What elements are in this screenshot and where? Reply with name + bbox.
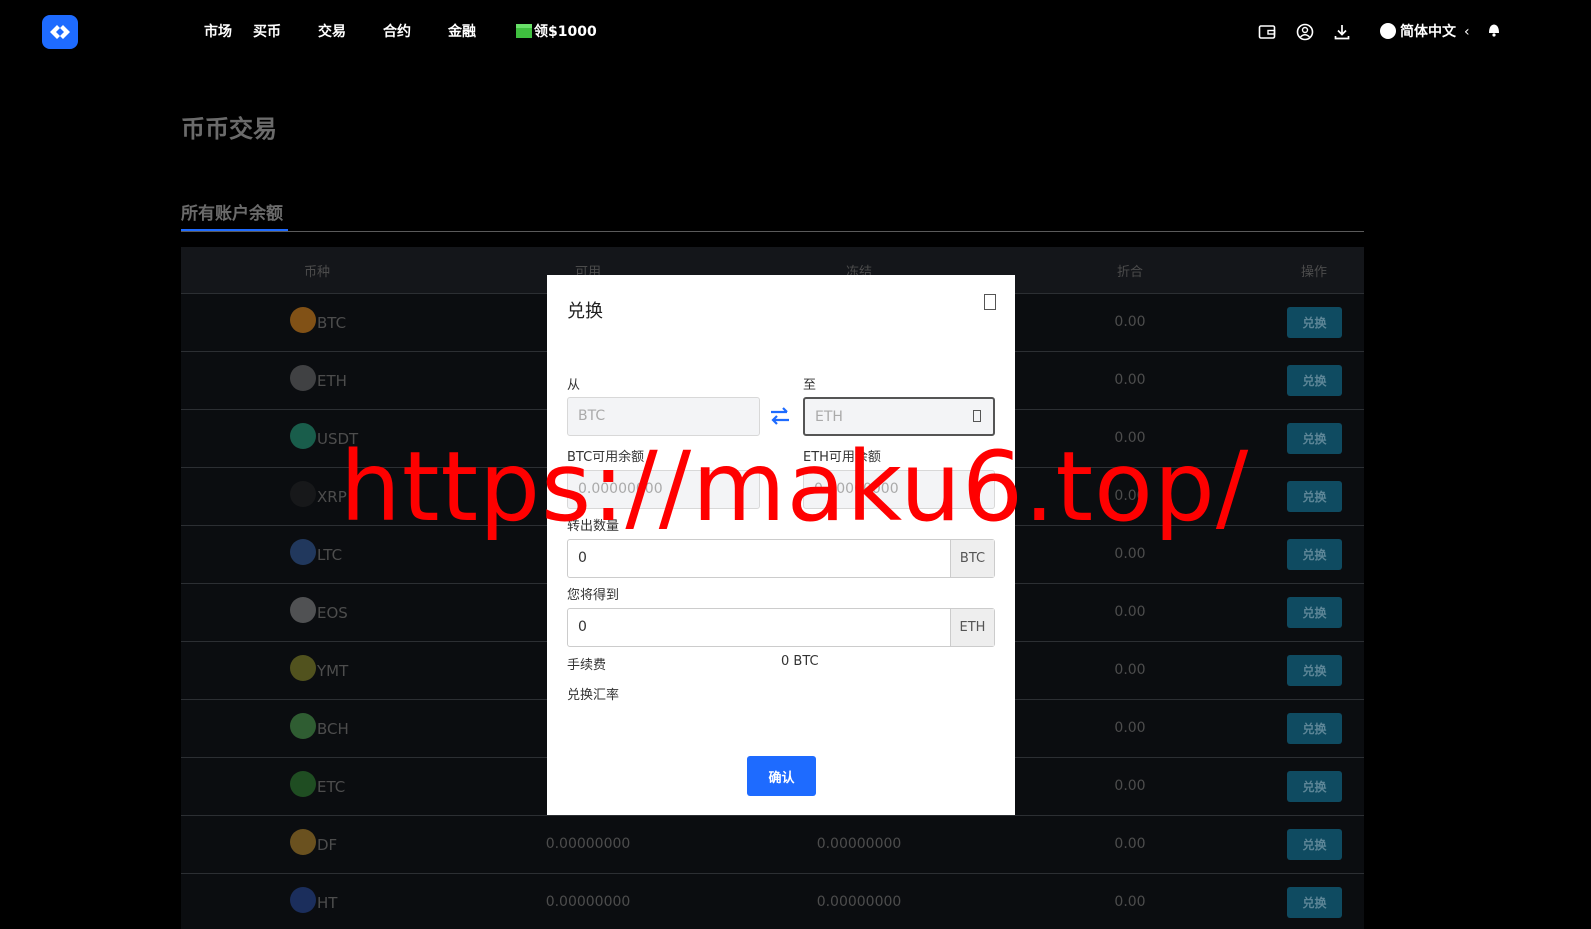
cell-value: 0.00 <box>1114 662 1146 678</box>
exchange-button[interactable]: 兑换 <box>1287 307 1342 338</box>
section-divider <box>181 231 1364 232</box>
cell-value: 0.00 <box>1114 372 1146 388</box>
cell-value: 0.00 <box>1114 546 1146 562</box>
header-coin: 币种 <box>303 265 331 280</box>
nav-trade[interactable]: 交易 <box>318 22 346 42</box>
cell-value: 0.00 <box>1114 894 1146 910</box>
coin-icon <box>290 829 316 855</box>
user-icon[interactable] <box>1296 23 1314 41</box>
coin-icon <box>290 597 316 623</box>
out-amount-input[interactable]: 0 BTC <box>567 539 995 578</box>
receive-amount-value: 0 <box>578 619 587 635</box>
section-title[interactable]: 所有账户余额 <box>181 201 283 227</box>
exchange-button[interactable]: 兑换 <box>1287 771 1342 802</box>
promo-label: 领$1000 <box>534 24 597 40</box>
coin-icon <box>290 887 316 913</box>
cell-value: 0.00 <box>1114 836 1146 852</box>
rate-label: 兑换汇率 <box>567 688 620 703</box>
cell-value: 0.00 <box>1114 778 1146 794</box>
receive-label: 您将得到 <box>567 588 620 603</box>
confirm-button[interactable]: 确认 <box>747 756 816 796</box>
gift-icon <box>516 24 532 38</box>
out-amount-value: 0 <box>578 550 587 566</box>
nav-contract[interactable]: 合约 <box>383 22 411 42</box>
watermark-text: https://maku6.top/ <box>340 431 1250 543</box>
coin-name: DF <box>317 836 338 854</box>
exchange-button[interactable]: 兑换 <box>1287 365 1342 396</box>
bell-icon[interactable] <box>1485 21 1503 39</box>
exchange-button[interactable]: 兑换 <box>1287 597 1342 628</box>
coin-name: EOS <box>317 604 348 622</box>
nav-finance[interactable]: 金融 <box>448 22 476 42</box>
globe-icon <box>1380 23 1396 39</box>
from-label: 从 <box>567 378 581 393</box>
cell-value: 0.00 <box>1114 314 1146 330</box>
page-title: 币币交易 <box>181 115 277 143</box>
coin-name: HT <box>317 894 338 912</box>
select-caret-icon <box>973 410 981 422</box>
nav-market[interactable]: 市场 <box>204 22 232 42</box>
nav-buy[interactable]: 买币 <box>253 22 281 42</box>
exchange-button[interactable]: 兑换 <box>1287 481 1342 512</box>
cell-available: 0.00000000 <box>545 836 631 852</box>
cell-value: 0.00 <box>1114 720 1146 736</box>
coin-icon <box>290 481 316 507</box>
wallet-icon[interactable] <box>1258 23 1276 41</box>
exchange-button[interactable]: 兑换 <box>1287 713 1342 744</box>
exchange-button[interactable]: 兑换 <box>1287 539 1342 570</box>
header-action: 操作 <box>1300 265 1328 280</box>
coin-name: LTC <box>317 546 343 564</box>
exchange-button[interactable]: 兑换 <box>1287 829 1342 860</box>
cell-frozen: 0.00000000 <box>816 836 902 852</box>
receive-unit-addon: ETH <box>950 609 994 646</box>
logo-icon <box>50 25 70 39</box>
coin-icon <box>290 539 316 565</box>
to-coin-value: ETH <box>815 409 843 425</box>
coin-name: BCH <box>317 720 349 738</box>
out-unit-addon: BTC <box>950 540 994 577</box>
coin-name: BTC <box>317 314 347 332</box>
close-icon[interactable] <box>984 294 996 310</box>
to-label: 至 <box>803 378 817 393</box>
chevron-left-icon[interactable]: ‹ <box>1464 22 1470 42</box>
coin-icon <box>290 713 316 739</box>
coin-name: ETC <box>317 778 346 796</box>
table-row: HT 0.00000000 0.00000000 0.00 兑换 <box>181 873 1364 929</box>
cell-frozen: 0.00000000 <box>816 894 902 910</box>
download-icon[interactable] <box>1333 23 1351 41</box>
top-header: 市场 买币 交易 合约 金融 领$1000 简体中文 ‹ <box>0 0 1591 64</box>
exchange-modal: 兑换 从 至 BTC ETH BTC可用余额 ETH可用余额 0.0000000… <box>547 275 1015 815</box>
table-row: DF 0.00000000 0.00000000 0.00 兑换 <box>181 815 1364 873</box>
coin-name: ETH <box>317 372 347 390</box>
language-label: 简体中文 <box>1400 24 1456 40</box>
coin-icon <box>290 307 316 333</box>
modal-title: 兑换 <box>567 301 603 322</box>
brand-logo[interactable] <box>42 15 78 49</box>
coin-icon <box>290 771 316 797</box>
swap-icon[interactable] <box>769 405 791 427</box>
exchange-button[interactable]: 兑换 <box>1287 655 1342 686</box>
coin-icon <box>290 365 316 391</box>
receive-amount-input[interactable]: 0 ETH <box>567 608 995 647</box>
cell-available: 0.00000000 <box>545 894 631 910</box>
fee-value: 0 BTC <box>781 654 819 669</box>
coin-icon <box>290 655 316 681</box>
exchange-button[interactable]: 兑换 <box>1287 423 1342 454</box>
coin-icon <box>290 423 316 449</box>
language-selector[interactable]: 简体中文 <box>1380 22 1456 42</box>
header-value: 折合 <box>1116 265 1144 280</box>
nav-promo[interactable]: 领$1000 <box>516 22 597 42</box>
exchange-button[interactable]: 兑换 <box>1287 887 1342 918</box>
cell-value: 0.00 <box>1114 604 1146 620</box>
coin-name: YMT <box>317 662 349 680</box>
fee-label: 手续费 <box>567 658 607 673</box>
